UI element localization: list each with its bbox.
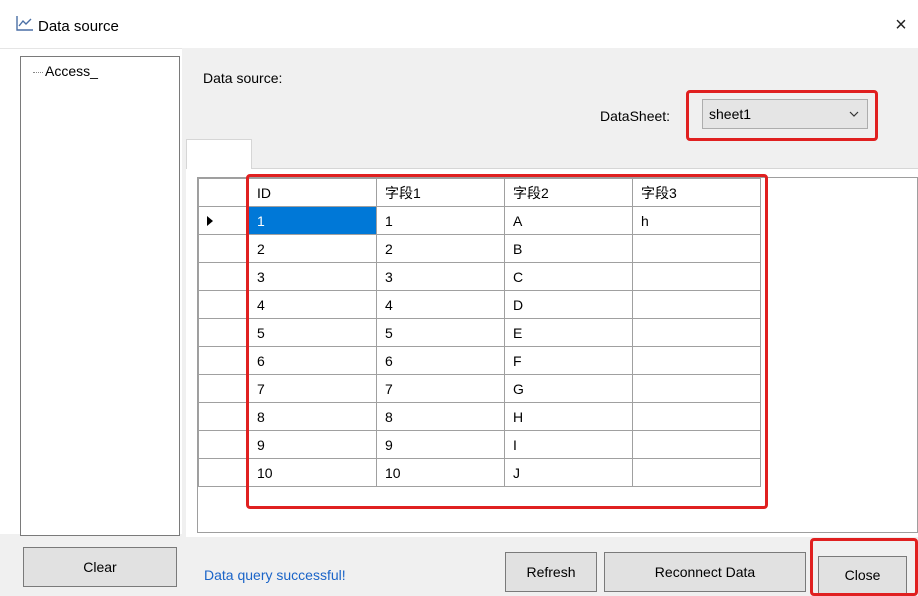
window-title: Data source	[38, 18, 119, 35]
tab-page[interactable]	[186, 139, 252, 169]
title-bar: Data source ×	[0, 0, 918, 49]
data-source-label: Data source:	[203, 70, 283, 86]
tree-view[interactable]: Access_	[20, 56, 180, 536]
tree-connector-icon	[33, 71, 43, 73]
reconnect-data-button[interactable]: Reconnect Data	[604, 552, 806, 592]
row-header[interactable]	[198, 206, 249, 235]
row-header[interactable]	[198, 346, 249, 375]
row-header[interactable]	[198, 318, 249, 347]
row-header[interactable]	[198, 402, 249, 431]
row-header[interactable]	[198, 290, 249, 319]
highlight-box-close	[810, 538, 918, 596]
current-row-icon	[207, 216, 213, 226]
highlight-box-grid	[246, 174, 768, 509]
status-text: Data query successful!	[204, 567, 346, 583]
tree-item-access[interactable]: Access_	[33, 63, 98, 79]
row-header[interactable]	[198, 262, 249, 291]
clear-button[interactable]: Clear	[23, 547, 177, 587]
row-header[interactable]	[198, 430, 249, 459]
tree-item-label: Access_	[45, 63, 98, 79]
row-header[interactable]	[198, 234, 249, 263]
row-header-corner	[198, 178, 249, 207]
row-header[interactable]	[198, 458, 249, 487]
highlight-box-datasheet	[686, 90, 878, 141]
row-header[interactable]	[198, 374, 249, 403]
line-chart-icon	[16, 16, 33, 31]
datasheet-label: DataSheet:	[600, 108, 671, 124]
refresh-button[interactable]: Refresh	[505, 552, 597, 592]
close-icon[interactable]: ×	[890, 14, 912, 36]
